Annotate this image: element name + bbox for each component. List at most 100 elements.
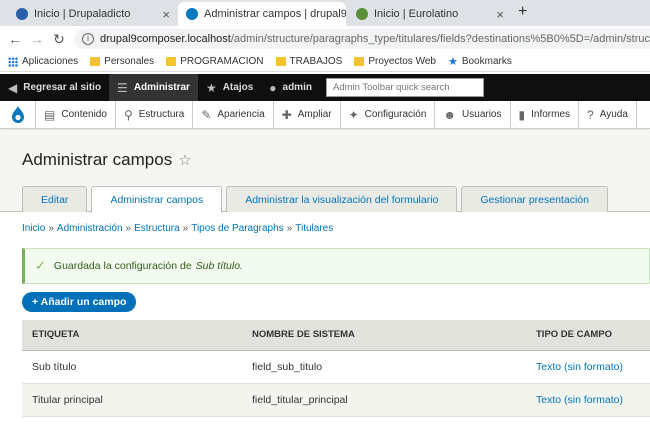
structure-icon: ⚲ <box>123 107 133 122</box>
breadcrumb-separator: » <box>182 223 189 234</box>
breadcrumb-separator: » <box>48 223 54 234</box>
fields-table: ETIQUETA NOMBRE DE SISTEMA TIPO DE CAMPO… <box>22 320 650 417</box>
browser-tab-strip: Inicio | Drupaladicto × Administrar camp… <box>0 0 650 26</box>
menu-item-ampliar[interactable]: ✚ Ampliar <box>274 101 341 128</box>
address-bar-row: ← → ↻ i drupal9composer.localhost /admin… <box>0 26 650 52</box>
bar-chart-icon: ▮ <box>518 107 526 122</box>
browser-tab-title: Inicio | Drupaladicto <box>34 8 131 20</box>
menu-item-label: Informes <box>531 109 571 120</box>
people-icon: ☻ <box>443 107 457 122</box>
table-row: Sub título field_sub_titulo Texto (sin f… <box>22 350 650 384</box>
column-header-nombre-sistema: NOMBRE DE SISTEMA <box>242 320 526 351</box>
tab-visualizacion-formulario[interactable]: Administrar la visualización del formula… <box>226 186 458 212</box>
field-type-link[interactable]: Texto (sin formato) <box>526 383 650 417</box>
page-header: Administrar campos ☆ Editar Administrar c… <box>0 130 650 213</box>
drupal-logo-icon[interactable] <box>0 101 36 128</box>
apps-grid-icon <box>8 56 18 67</box>
globe-favicon-icon <box>356 8 368 20</box>
user-tab[interactable]: ● admin <box>261 74 320 101</box>
folder-icon <box>275 57 286 66</box>
menu-item-contenido[interactable]: ▤ Contenido <box>36 101 116 128</box>
info-icon[interactable]: i <box>82 33 94 45</box>
column-header-tipo-campo: TIPO DE CAMPO <box>526 320 650 351</box>
bookmark-label: Personales <box>104 56 155 67</box>
drupal-favicon-icon <box>16 8 28 20</box>
shortcuts-label: Atajos <box>222 82 254 93</box>
puzzle-icon: ✚ <box>281 107 292 122</box>
status-message-text: Guardada la configuración de <box>53 260 192 272</box>
bookmark-apps[interactable]: Aplicaciones <box>8 56 78 67</box>
checkmark-icon: ✓ <box>35 258 46 273</box>
tab-administrar-campos[interactable]: Administrar campos <box>91 186 223 213</box>
url-path: /admin/structure/paragraphs_type/titular… <box>230 33 650 45</box>
breadcrumb-item-inicio[interactable]: Inicio <box>22 223 45 234</box>
tab-editar[interactable]: Editar <box>22 186 88 212</box>
back-to-site-button[interactable]: ◀ Regresar al sitio <box>0 74 109 101</box>
menu-item-estructura[interactable]: ⚲ Estructura <box>116 101 194 128</box>
tab-gestionar-presentacion[interactable]: Gestionar presentación <box>461 186 608 212</box>
back-to-site-label: Regresar al sitio <box>23 82 102 93</box>
forward-arrow-icon[interactable]: → <box>26 31 48 47</box>
field-machine-name-cell: field_sub_titulo <box>242 350 526 384</box>
menu-item-label: Apariencia <box>217 109 265 120</box>
column-header-etiqueta: ETIQUETA <box>22 320 242 351</box>
admin-quick-search-input[interactable]: Admin Toolbar quick search <box>325 78 484 97</box>
status-message: ✓ Guardada la configuración de Sub títul… <box>22 248 650 284</box>
menu-icon: ☰ <box>117 80 128 95</box>
back-arrow-icon[interactable]: ← <box>4 31 26 47</box>
add-field-button[interactable]: + Añadir un campo <box>22 292 137 312</box>
bookmark-label: Proyectos Web <box>368 56 436 67</box>
table-row: Titular principal field_titular_principa… <box>22 383 650 417</box>
menu-item-configuracion[interactable]: ✦ Configuración <box>341 101 436 128</box>
menu-item-ayuda[interactable]: ? Ayuda <box>579 101 637 128</box>
bookmark-label: TRABAJOS <box>289 56 343 67</box>
status-message-emphasis: Sub título. <box>195 260 243 272</box>
menu-item-informes[interactable]: ▮ Informes <box>511 101 580 128</box>
table-header-row: ETIQUETA NOMBRE DE SISTEMA TIPO DE CAMPO <box>22 320 650 351</box>
browser-tab-drupaladicto[interactable]: Inicio | Drupaladicto × <box>8 2 178 26</box>
admin-toolbar: ◀ Regresar al sitio ☰ Administrar ★ Ataj… <box>0 74 650 101</box>
browser-tab-administrar-campos[interactable]: Administrar campos | drupal9 × <box>178 2 346 26</box>
reload-icon[interactable]: ↻ <box>48 31 70 48</box>
star-icon: ★ <box>205 80 217 95</box>
browser-tab-title: Administrar campos | drupal9 <box>204 8 346 20</box>
user-icon: ● <box>269 80 277 95</box>
field-type-link[interactable]: Texto (sin formato) <box>526 350 650 384</box>
menu-item-label: Configuración <box>364 109 427 120</box>
local-tasks-tabs: Editar Administrar campos Administrar la… <box>22 186 612 213</box>
document-icon: ▤ <box>44 107 56 122</box>
back-circle-icon: ◀ <box>8 80 18 95</box>
new-tab-button[interactable]: + <box>518 3 527 21</box>
menu-item-label: Estructura <box>138 109 185 120</box>
bookmark-folder-proyectos-web[interactable]: Proyectos Web <box>354 56 436 67</box>
favorite-star-icon[interactable]: ☆ <box>178 152 191 169</box>
bookmark-bookmarks[interactable]: ★ Bookmarks <box>448 55 512 68</box>
menu-item-label: Contenido <box>61 109 107 120</box>
drupal-favicon-icon <box>186 8 198 20</box>
star-icon: ★ <box>447 56 458 68</box>
menu-item-apariencia[interactable]: ✎ Apariencia <box>193 101 274 128</box>
url-host: drupal9composer.localhost <box>100 33 231 45</box>
browser-tab-title: Inicio | Eurolatino <box>374 8 459 20</box>
browser-tab-eurolatino[interactable]: Inicio | Eurolatino × <box>348 2 512 26</box>
menu-item-usuarios[interactable]: ☻ Usuarios <box>435 101 511 128</box>
breadcrumb-item-estructura[interactable]: Estructura <box>134 223 180 234</box>
breadcrumb-item-tipos-paragraphs[interactable]: Tipos de Paragraphs <box>191 223 283 234</box>
url-input[interactable]: i drupal9composer.localhost /admin/struc… <box>74 29 650 49</box>
breadcrumb-item-administracion[interactable]: Administración <box>57 223 123 234</box>
field-label-cell: Sub título <box>22 350 242 384</box>
bookmark-folder-trabajos[interactable]: TRABAJOS <box>275 56 343 67</box>
bookmark-folder-programacion[interactable]: PROGRAMACION <box>166 56 264 67</box>
menu-item-label: Ayuda <box>599 109 628 120</box>
page-title: Administrar campos ☆ <box>22 150 192 170</box>
page-title-text: Administrar campos <box>22 150 173 169</box>
bookmark-label: Aplicaciones <box>22 56 79 67</box>
breadcrumb-separator: » <box>286 223 293 234</box>
bookmark-folder-personales[interactable]: Personales <box>90 56 154 67</box>
close-tab-icon[interactable]: × <box>490 7 504 22</box>
breadcrumb-item-titulares[interactable]: Titulares <box>295 223 333 234</box>
shortcuts-tab[interactable]: ★ Atajos <box>198 74 261 101</box>
manage-tab[interactable]: ☰ Administrar <box>109 74 198 101</box>
close-tab-icon[interactable]: × <box>156 7 170 22</box>
field-machine-name-cell: field_titular_principal <box>242 383 526 417</box>
